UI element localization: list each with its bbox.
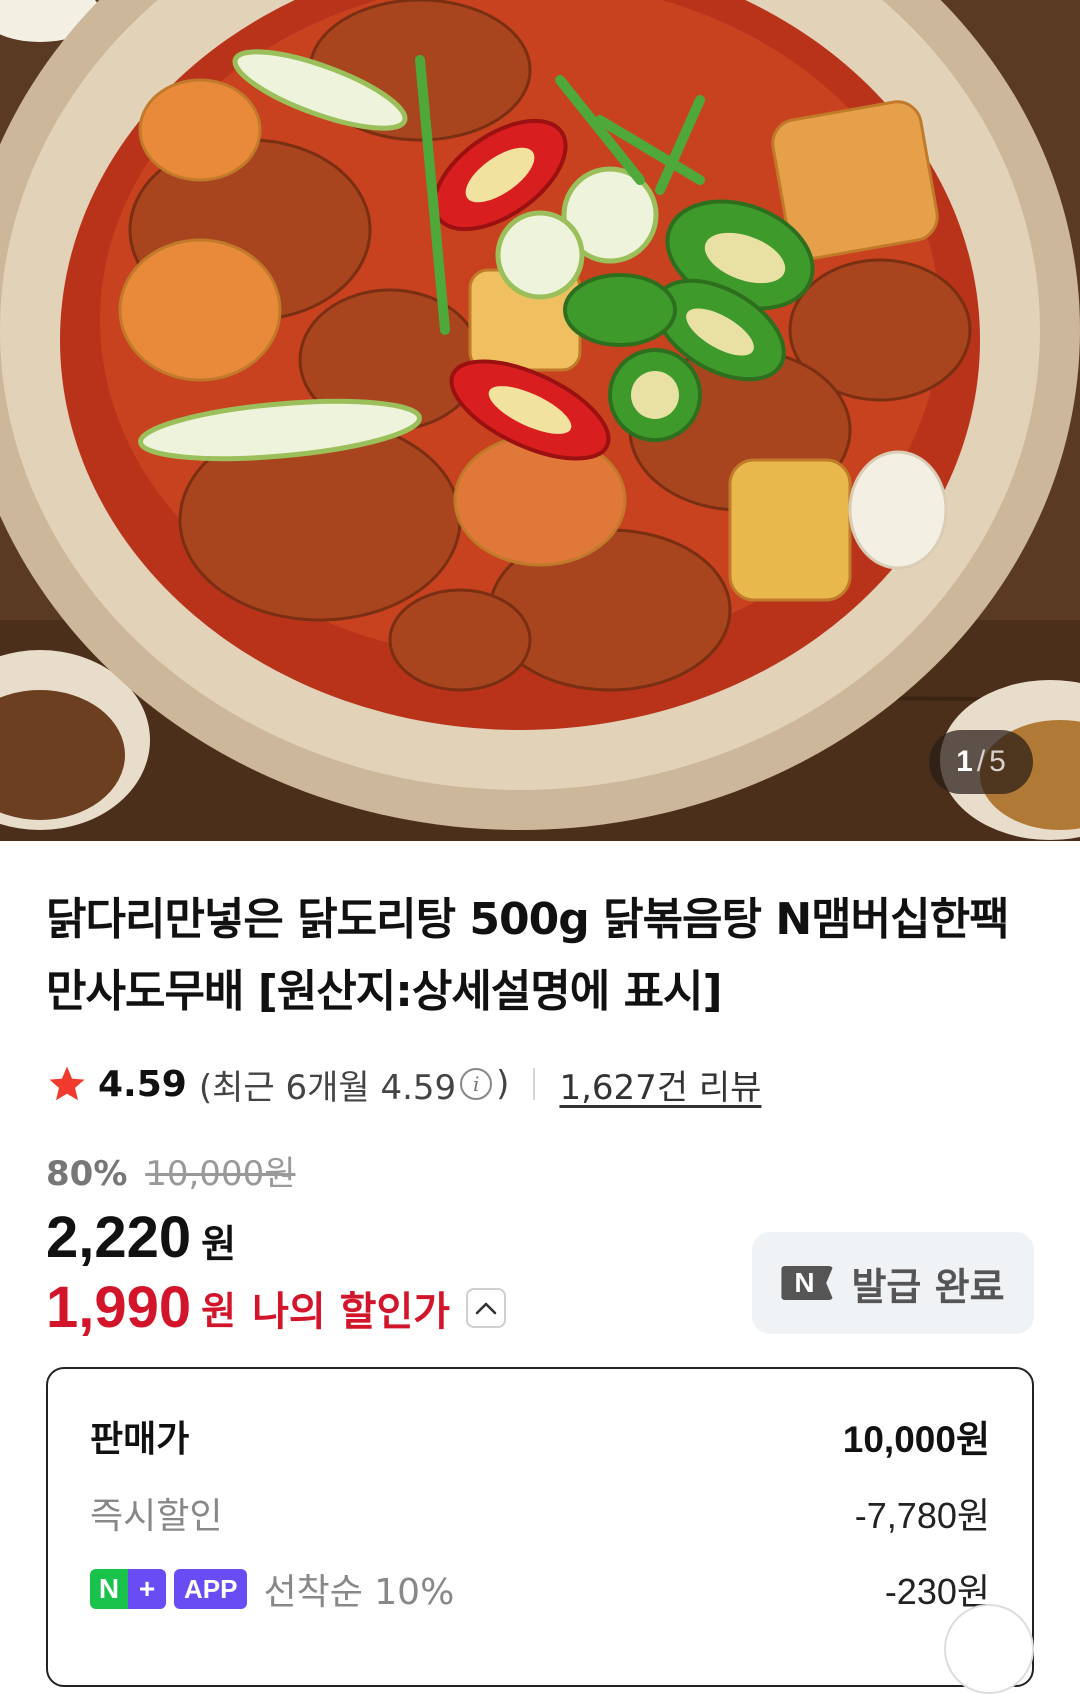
price-detail-toggle[interactable] — [466, 1287, 507, 1328]
my-price-amount: 1,990 — [46, 1275, 192, 1340]
rating-recent-close: ) — [496, 1064, 510, 1104]
breakdown-value: -7,780원 — [854, 1495, 990, 1536]
price-breakdown: 판매가 10,000원 즉시할인 -7,780원 N + APP 선착순 10%… — [46, 1367, 1034, 1687]
food-photo — [0, 0, 1080, 841]
product-image[interactable]: 1 / 5 — [0, 0, 1080, 841]
original-price-row: 80% 10,000원 — [46, 1146, 295, 1195]
my-price-unit: 원 — [201, 1289, 237, 1333]
info-icon[interactable]: i — [460, 1068, 493, 1100]
image-counter: 1 / 5 — [929, 730, 1033, 794]
breakdown-label: 판매가 — [90, 1419, 190, 1460]
coupon-issued-button[interactable]: N 발급 완료 — [752, 1232, 1034, 1334]
breakdown-label: 즉시할인 — [90, 1496, 223, 1537]
npay-n-icon: N — [90, 1569, 128, 1609]
original-price: 10,000원 — [145, 1154, 296, 1194]
my-discount-price: 1,990 원 나의 할인가 — [46, 1274, 507, 1341]
rating-divider — [533, 1068, 536, 1100]
sale-price-amount: 2,220 — [46, 1205, 192, 1270]
product-title-line2: 만사도무배 [원산지:상세설명에 표시] — [46, 966, 723, 1017]
breakdown-row-instant-discount: 즉시할인 -7,780원 — [90, 1487, 990, 1539]
sale-price: 2,220 원 — [46, 1204, 236, 1271]
npay-plus-icon: N + — [90, 1569, 166, 1609]
breakdown-value: 10,000원 — [842, 1419, 990, 1460]
membership-badges: N + APP 선착순 10% — [90, 1563, 454, 1615]
plus-icon: + — [128, 1569, 166, 1609]
breakdown-row-sale-price: 판매가 10,000원 — [90, 1409, 990, 1463]
star-icon — [49, 1066, 85, 1101]
sale-price-unit: 원 — [201, 1222, 237, 1266]
product-title-line1: 닭다리만넣은 닭도리탕 500g 닭볶음탕 N맴버십한팩 — [46, 894, 1010, 945]
rating-row: 4.59 (최근 6개월 4.59 i ) 1,627건 리뷰 — [46, 1058, 761, 1110]
coupon-issued-label: 발급 완료 — [851, 1264, 1005, 1309]
discount-rate: 80% — [46, 1154, 128, 1194]
image-counter-current: 1 — [956, 745, 973, 778]
scroll-top-button[interactable] — [944, 1604, 1034, 1694]
chevron-up-icon — [475, 1302, 497, 1314]
app-badge: APP — [174, 1569, 248, 1609]
breakdown-label: 선착순 10% — [263, 1572, 455, 1613]
product-title: 닭다리만넣은 닭도리탕 500g 닭볶음탕 N맴버십한팩 만사도무배 [원산지:… — [46, 884, 1046, 1028]
image-counter-separator: / — [976, 745, 986, 778]
coupon-n-icon: N — [781, 1266, 834, 1300]
image-counter-total: 5 — [989, 745, 1006, 778]
rating-score: 4.59 — [98, 1063, 187, 1105]
review-count-link[interactable]: 1,627건 리뷰 — [559, 1060, 761, 1109]
my-price-label: 나의 할인가 — [252, 1288, 451, 1335]
rating-recent: (최근 6개월 4.59 — [198, 1067, 457, 1108]
breakdown-row-first-come: N + APP 선착순 10% -230원 — [90, 1563, 990, 1615]
